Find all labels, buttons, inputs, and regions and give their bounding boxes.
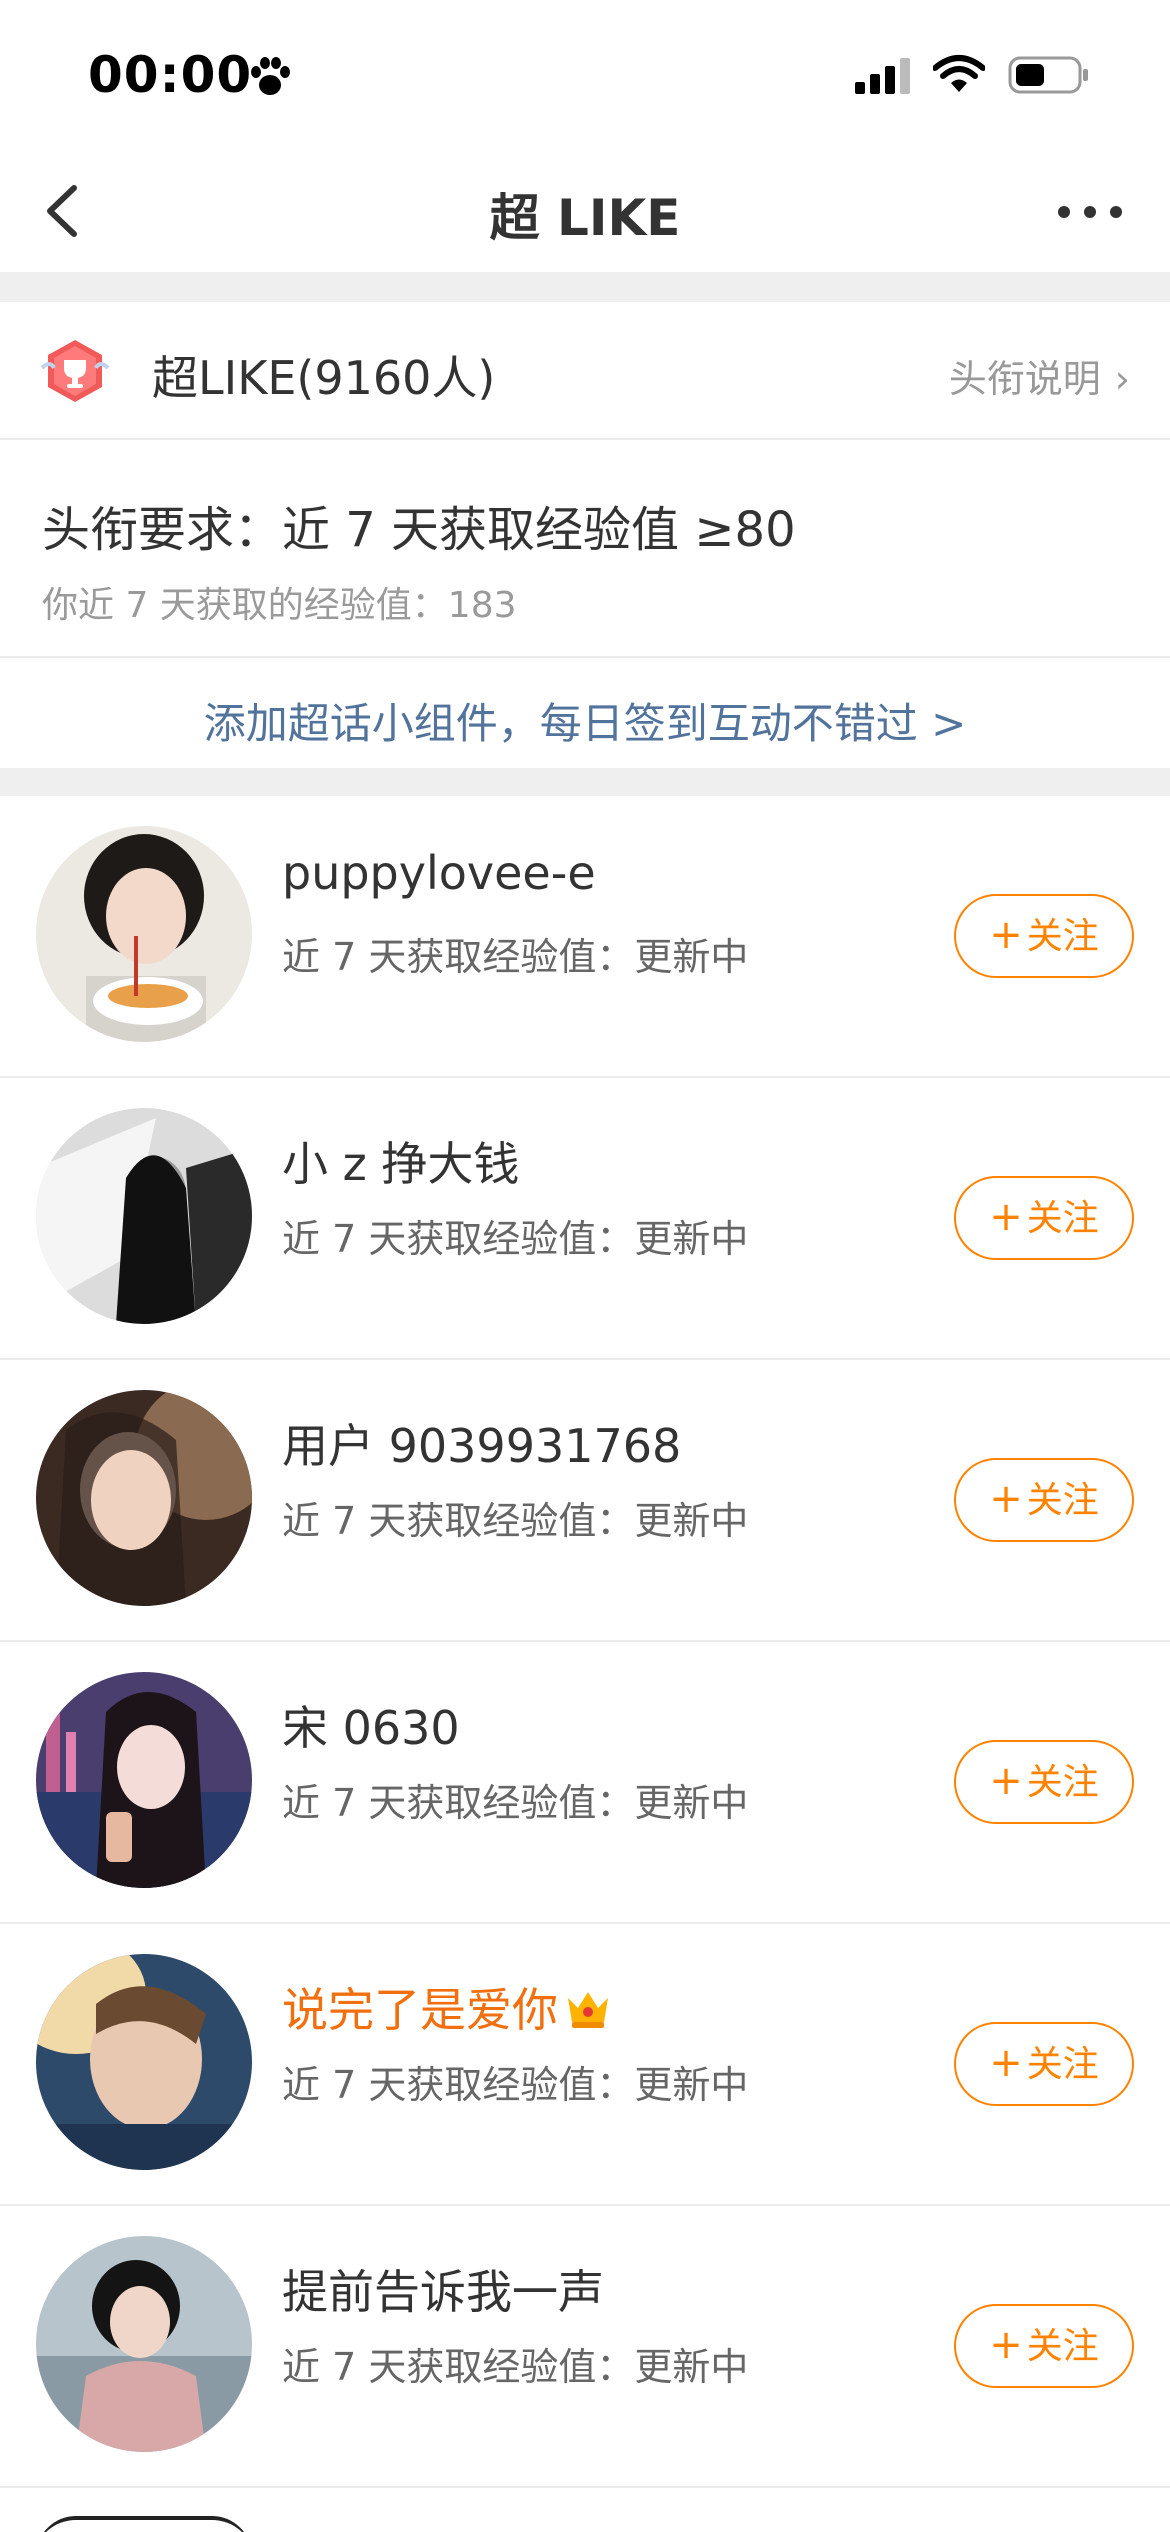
follow-label: 关注 — [1026, 2326, 1099, 2367]
my-experience-text: 你近 7 天获取的经验值：183 — [42, 585, 517, 626]
title-explain-link[interactable]: 头衔说明 › — [949, 348, 1130, 403]
status-time: 00:00 — [88, 46, 253, 104]
list-item[interactable]: puppylovee-e 近 7 天获取经验值：更新中 + 关注 — [0, 796, 1170, 1078]
user-name[interactable]: 说完了是爱你 — [282, 1974, 612, 2041]
plus-icon: + — [989, 2040, 1023, 2086]
plus-icon: + — [989, 1194, 1023, 1240]
follow-button[interactable]: + 关注 — [954, 1176, 1134, 1260]
user-list: puppylovee-e 近 7 天获取经验值：更新中 + 关注 小 z 挣大钱 … — [0, 796, 1170, 2488]
avatar[interactable] — [36, 1954, 252, 2170]
follow-label: 关注 — [1026, 916, 1099, 957]
follow-label: 关注 — [1026, 1762, 1099, 1803]
user-name[interactable]: 用户 9039931768 — [282, 1410, 681, 1476]
follow-button[interactable]: + 关注 — [954, 1740, 1134, 1824]
plus-icon: + — [989, 912, 1023, 958]
chevron-right-icon: › — [1114, 357, 1130, 401]
list-item[interactable]: 提前告诉我一声 近 7 天获取经验值：更新中 + 关注 — [0, 2206, 1170, 2488]
list-item[interactable]: 宋 0630 近 7 天获取经验值：更新中 + 关注 — [0, 1642, 1170, 1924]
title-explain-label: 头衔说明 — [948, 357, 1101, 401]
follow-button[interactable]: + 关注 — [954, 894, 1134, 978]
section-divider — [0, 768, 1170, 796]
super-like-header: 超LIKE(9160人) 头衔说明 › — [0, 302, 1170, 440]
paw-icon — [248, 56, 292, 100]
page: 00:00 超 LIKE 超LIKE(9160人) 头衔说明 › 头衔要求：近 … — [0, 0, 1170, 2532]
list-item[interactable]: 小 z 挣大钱 近 7 天获取经验值：更新中 + 关注 — [0, 1078, 1170, 1360]
super-like-title: 超LIKE(9160人) — [152, 351, 496, 405]
follow-button[interactable]: + 关注 — [954, 1458, 1134, 1542]
user-experience: 近 7 天获取经验值：更新中 — [282, 1217, 749, 1261]
requirement-title: 头衔要求：近 7 天获取经验值 ≥80 — [42, 502, 796, 558]
follow-label: 关注 — [1026, 1198, 1099, 1239]
avatar[interactable] — [36, 1390, 252, 1606]
section-divider — [0, 272, 1170, 302]
user-experience: 近 7 天获取经验值：更新中 — [282, 935, 749, 979]
avatar[interactable] — [36, 826, 252, 1042]
user-experience: 近 7 天获取经验值：更新中 — [282, 1499, 749, 1543]
follow-label: 关注 — [1026, 2044, 1099, 2085]
avatar[interactable] — [36, 2236, 252, 2452]
requirement-section: 头衔要求：近 7 天获取经验值 ≥80 你近 7 天获取的经验值：183 — [0, 440, 1170, 658]
battery-icon — [1008, 56, 1090, 98]
avatar[interactable] — [36, 2516, 252, 2532]
user-name-text: 说完了是爱你 — [282, 1983, 558, 2037]
user-name[interactable]: 小 z 挣大钱 — [282, 1128, 519, 1194]
follow-button[interactable]: + 关注 — [954, 2304, 1134, 2388]
widget-banner-text: 添加超话小组件，每日签到互动不错过 > — [203, 699, 967, 748]
user-name[interactable]: puppylovee-e — [282, 846, 596, 900]
user-experience: 近 7 天获取经验值：更新中 — [282, 2063, 749, 2107]
plus-icon: + — [989, 1476, 1023, 1522]
list-item[interactable]: 用户 9039931768 近 7 天获取经验值：更新中 + 关注 — [0, 1360, 1170, 1642]
plus-icon: + — [989, 1758, 1023, 1804]
nav-bar: 超 LIKE — [0, 150, 1170, 272]
avatar[interactable] — [36, 1108, 252, 1324]
plus-icon: + — [989, 2322, 1023, 2368]
page-title: 超 LIKE — [489, 189, 681, 247]
user-experience: 近 7 天获取经验值：更新中 — [282, 1781, 749, 1825]
user-name[interactable]: 提前告诉我一声 — [282, 2256, 604, 2322]
more-dots-icon[interactable] — [1050, 192, 1130, 232]
signal-icon — [855, 58, 915, 98]
crown-icon — [564, 1986, 612, 2041]
status-bar: 00:00 — [0, 0, 1170, 150]
user-name[interactable]: 宋 0630 — [282, 1692, 460, 1758]
user-experience: 近 7 天获取经验值：更新中 — [282, 2345, 749, 2389]
follow-button[interactable]: + 关注 — [954, 2022, 1134, 2106]
trophy-badge-icon — [40, 338, 110, 404]
list-item[interactable]: 说完了是爱你 近 7 天获取经验值：更新中 + 关注 — [0, 1924, 1170, 2206]
follow-label: 关注 — [1026, 1480, 1099, 1521]
widget-banner-link[interactable]: 添加超话小组件，每日签到互动不错过 > — [0, 660, 1170, 768]
avatar[interactable] — [36, 1672, 252, 1888]
wifi-icon — [932, 54, 986, 98]
